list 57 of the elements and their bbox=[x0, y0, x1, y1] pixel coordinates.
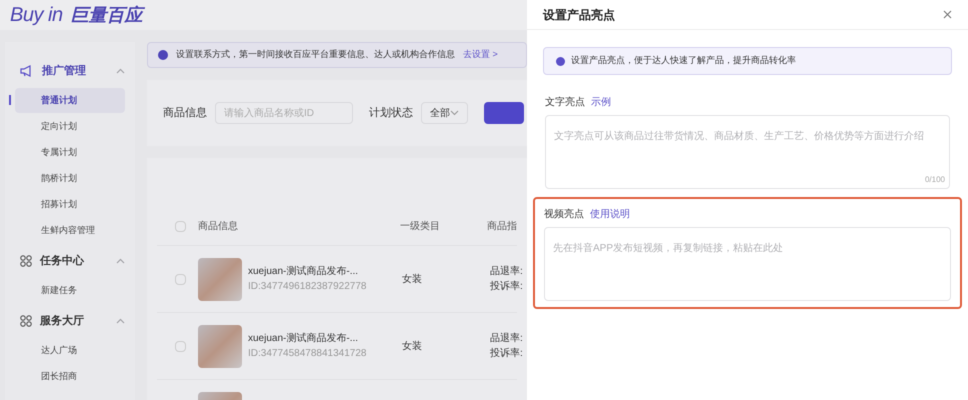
sidebar-item[interactable]: 生鲜内容管理 bbox=[15, 218, 125, 243]
sidebar-group[interactable]: 服务大厅 bbox=[5, 304, 135, 338]
select-all-checkbox[interactable] bbox=[175, 221, 186, 232]
field-link[interactable]: 使用说明 bbox=[590, 206, 630, 222]
column-header: 商品指 bbox=[487, 220, 517, 234]
field-label: 文字亮点 bbox=[545, 96, 585, 110]
field-label: 视频亮点 bbox=[544, 208, 584, 222]
sidebar-item[interactable]: 团长招商 bbox=[15, 364, 125, 389]
logo-text: Buy in bbox=[10, 3, 63, 28]
sidebar-item[interactable]: 定向计划 bbox=[15, 114, 125, 139]
sidebar-group[interactable]: 任务中心 bbox=[5, 244, 135, 278]
sidebar-item[interactable]: 鹊桥计划 bbox=[15, 166, 125, 191]
chevron-up-icon bbox=[116, 258, 125, 264]
drawer-title: 设置产品亮点 bbox=[543, 6, 615, 24]
sidebar-group[interactable]: 推广管理 bbox=[5, 54, 135, 88]
chevron-down-icon bbox=[450, 110, 459, 116]
status-filter-label: 计划状态 bbox=[369, 106, 413, 121]
chevron-up-icon bbox=[116, 68, 125, 74]
close-icon[interactable] bbox=[943, 10, 952, 19]
grid-icon bbox=[20, 315, 32, 327]
field-link[interactable]: 示例 bbox=[591, 94, 611, 110]
grid-icon bbox=[20, 255, 32, 267]
textarea-placeholder: 文字亮点可从该商品过往带货情况、商品材质、生产工艺、价格优势等方面进行介绍 bbox=[554, 131, 924, 142]
query-button[interactable] bbox=[484, 102, 524, 124]
column-header: 商品信息 bbox=[198, 220, 239, 234]
product-id: ID:3477496182387922778 bbox=[248, 280, 366, 294]
product-name: xuejuan-测试商品发布-... bbox=[248, 264, 360, 279]
logo-chinese-text: 巨量百应 bbox=[70, 4, 143, 26]
product-photo-placeholder bbox=[198, 324, 242, 368]
product-id: ID:3477458478841341728 bbox=[248, 347, 366, 361]
notice-text: 设置联系方式，第一时间接收百应平台重要信息、达人或机构合作信息 bbox=[176, 48, 455, 62]
product-search-field[interactable]: 请输入商品名称或ID bbox=[215, 102, 353, 124]
metric-text: 品退率: bbox=[490, 332, 523, 346]
product-name: xuejuan-测试商品发布-... bbox=[248, 332, 360, 346]
character-counter: 0/100 bbox=[924, 174, 945, 186]
metric-text: 品退率: bbox=[490, 264, 523, 279]
sidebar-item[interactable]: 专属计划 bbox=[15, 140, 125, 165]
chevron-up-icon bbox=[116, 318, 125, 324]
category-text: 女装 bbox=[402, 272, 423, 286]
info-icon bbox=[556, 56, 565, 66]
column-header: 一级类目 bbox=[400, 220, 441, 234]
product-photo-placeholder bbox=[198, 258, 242, 300]
category-text: 女装 bbox=[402, 340, 423, 354]
metric-text: 投诉率: bbox=[490, 346, 523, 361]
status-select[interactable]: 全部 bbox=[421, 102, 468, 124]
active-indicator bbox=[9, 95, 11, 105]
sidebar-item[interactable]: 新建任务 bbox=[15, 278, 125, 303]
row-checkbox[interactable] bbox=[175, 340, 186, 352]
tip-text: 设置产品亮点，便于达人快速了解产品，提升商品转化率 bbox=[571, 54, 796, 68]
notice-link[interactable]: 去设置 > bbox=[463, 48, 498, 62]
sidebar-item[interactable]: 招募计划 bbox=[15, 192, 125, 217]
sidebar-item[interactable]: 达人广场 bbox=[15, 338, 125, 363]
textarea-placeholder: 先在抖音APP发布短视频，再复制链接，粘贴在此处 bbox=[553, 243, 784, 254]
info-icon bbox=[158, 50, 168, 60]
product-filter-label: 商品信息 bbox=[163, 106, 207, 121]
metric-text: 投诉率: bbox=[490, 280, 523, 294]
row-checkbox[interactable] bbox=[175, 274, 186, 284]
